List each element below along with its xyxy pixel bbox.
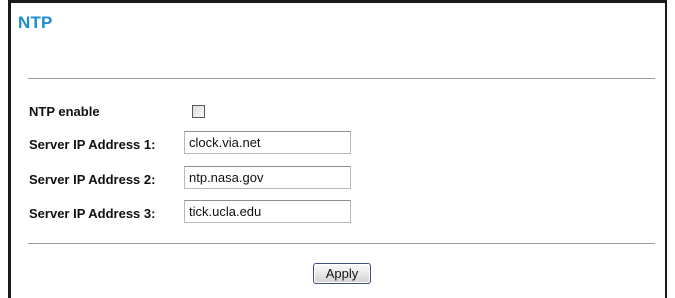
- server-ip-3-input[interactable]: [184, 200, 351, 223]
- frame-left-border: [8, 0, 11, 298]
- server-ip-2-input[interactable]: [184, 166, 351, 189]
- bottom-divider: [28, 243, 655, 244]
- apply-button[interactable]: Apply: [313, 263, 371, 284]
- server-ip-1-input[interactable]: [184, 131, 351, 154]
- frame-top-border: [8, 0, 667, 3]
- ntp-settings-page: NTP NTP enable Server IP Address 1: Serv…: [0, 0, 675, 298]
- server-ip-3-label: Server IP Address 3:: [29, 206, 156, 221]
- ntp-enable-checkbox[interactable]: [192, 105, 205, 118]
- server-ip-1-label: Server IP Address 1:: [29, 137, 156, 152]
- server-ip-2-label: Server IP Address 2:: [29, 172, 156, 187]
- ntp-enable-label: NTP enable: [29, 104, 100, 119]
- page-title: NTP: [18, 13, 53, 32]
- top-divider: [28, 78, 655, 79]
- frame-right-border: [665, 0, 667, 298]
